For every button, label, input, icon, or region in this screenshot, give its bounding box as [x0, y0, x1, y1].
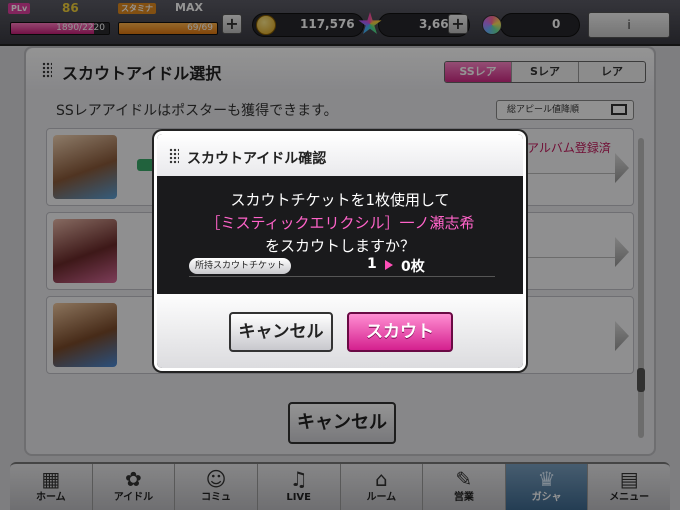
scout-button[interactable]: スカウト	[347, 312, 453, 352]
ticket-label: 所持スカウトチケット	[189, 258, 292, 274]
arrow-right-icon	[385, 260, 393, 270]
ticket-count-before: 1	[367, 256, 377, 272]
cancel-button[interactable]: キャンセル	[229, 312, 333, 352]
dialog-message-line3: をスカウトしますか？	[264, 237, 415, 255]
dialog-idol-name: ［ミスティックエリクシル］一ノ瀬志希	[205, 214, 475, 232]
dialog-divider	[189, 276, 495, 277]
dialog-header: スカウトアイドル確認	[157, 134, 523, 176]
dialog-footer: キャンセル スカウト	[157, 294, 523, 368]
grip-icon	[169, 148, 179, 164]
scout-confirm-dialog: スカウトアイドル確認 スカウトチケットを1枚使用して ［ミスティックエリクシル］…	[154, 131, 526, 371]
dialog-title: スカウトアイドル確認	[187, 151, 327, 167]
ticket-count-after: 0枚	[401, 259, 425, 275]
dialog-message-line1: スカウトチケットを1枚使用して	[230, 191, 450, 209]
